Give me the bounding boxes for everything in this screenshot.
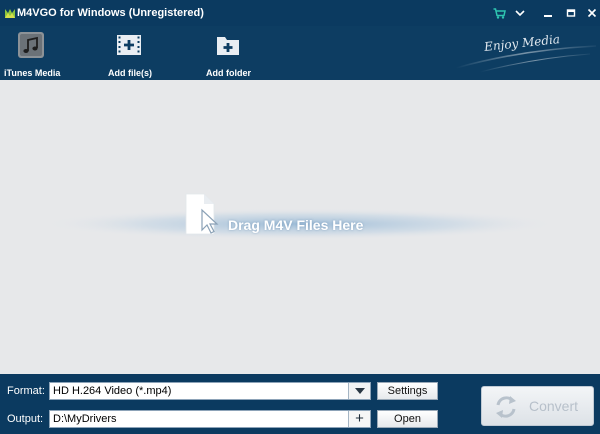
output-label: Output: — [7, 413, 44, 425]
browse-output-button[interactable]: + — [348, 411, 370, 427]
cart-button[interactable] — [489, 4, 509, 22]
convert-button[interactable]: Convert — [481, 386, 594, 426]
settings-button[interactable]: Settings — [377, 382, 438, 400]
film-plus-icon — [117, 35, 141, 55]
format-label: Format: — [7, 385, 45, 397]
add-folder-label: Add folder — [206, 68, 251, 78]
drop-zone[interactable]: Drag M4V Files Here — [0, 80, 600, 374]
maximize-icon — [566, 9, 576, 17]
window-title: M4VGO for Windows (Unregistered) — [17, 7, 204, 19]
open-button[interactable]: Open — [377, 410, 438, 428]
bottom-bar: Format: HD H.264 Video (*.mp4) Settings … — [0, 374, 600, 434]
shopping-cart-icon — [493, 7, 506, 19]
triangle-down-icon — [354, 388, 365, 394]
close-icon — [587, 8, 597, 18]
minimize-button[interactable] — [538, 4, 558, 22]
drop-zone-text: Drag M4V Files Here — [228, 217, 364, 233]
title-bar: M4VGO for Windows (Unregistered) — [0, 0, 600, 26]
document-cursor-icon — [185, 193, 219, 235]
format-value: HD H.264 Video (*.mp4) — [53, 385, 172, 397]
chevron-down-icon — [515, 9, 525, 16]
add-files-label: Add file(s) — [108, 68, 152, 78]
format-dropdown-button[interactable] — [348, 383, 370, 399]
convert-label: Convert — [529, 398, 579, 414]
music-note-icon — [18, 32, 44, 58]
itunes-media-button[interactable]: iTunes Media — [0, 28, 66, 78]
itunes-media-label: iTunes Media — [4, 68, 61, 78]
add-folder-button[interactable]: Add folder — [200, 28, 260, 78]
minimize-icon — [544, 15, 552, 17]
format-select[interactable]: HD H.264 Video (*.mp4) — [49, 382, 371, 400]
output-path-field[interactable]: + — [49, 410, 371, 428]
close-button[interactable] — [582, 4, 600, 22]
menu-button[interactable] — [510, 4, 530, 22]
output-path-input[interactable] — [53, 413, 343, 425]
refresh-icon — [496, 396, 516, 418]
folder-plus-icon — [217, 37, 239, 55]
m-logo-icon — [5, 9, 15, 18]
app-window: M4VGO for Windows (Unregistered) iTunes … — [0, 0, 600, 434]
maximize-button[interactable] — [561, 4, 581, 22]
toolbar: iTunes Media Add file(s) Add folder Enjo… — [0, 26, 600, 80]
add-files-button[interactable]: Add file(s) — [100, 28, 160, 78]
